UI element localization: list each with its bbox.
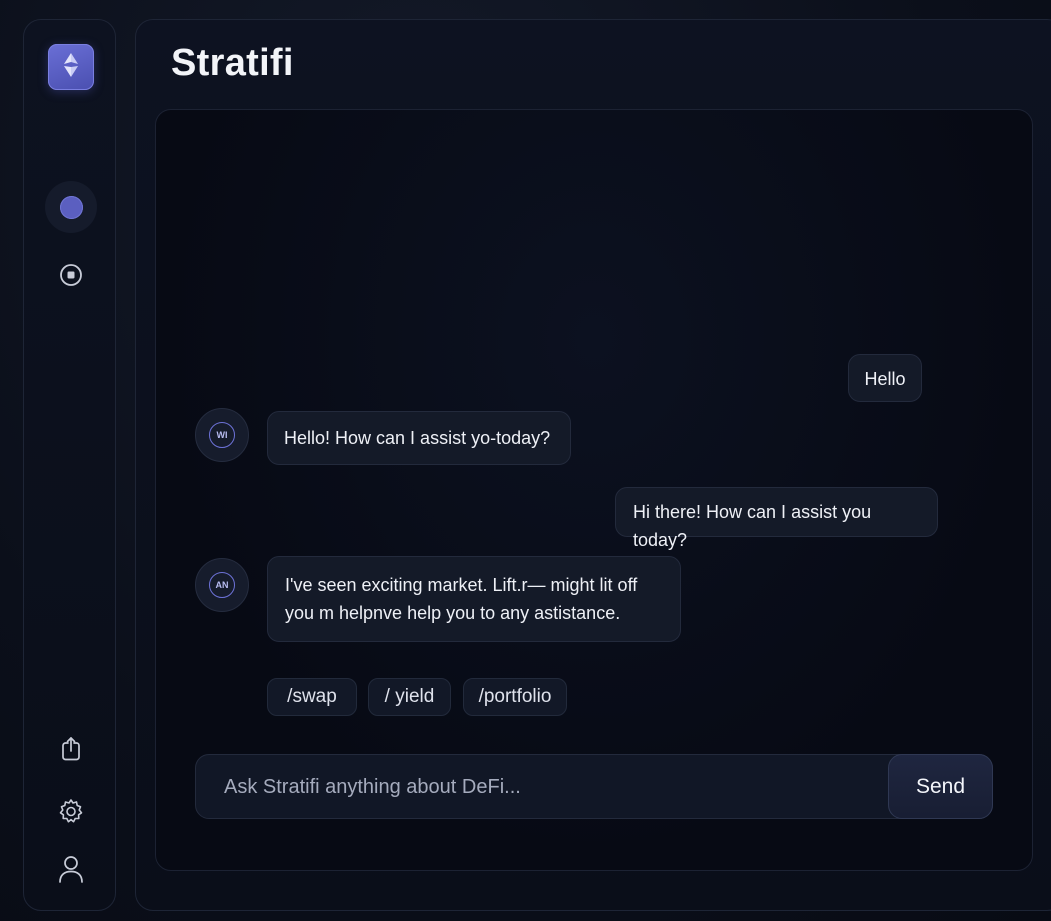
- main-panel: Stratifi Hello WI Hello! How can I assis…: [135, 19, 1051, 911]
- send-button[interactable]: Send: [888, 754, 993, 819]
- quick-command-yield[interactable]: / yield: [368, 678, 451, 716]
- message-text-line: I've seen exciting market. Lift.r— might…: [285, 575, 638, 595]
- quick-command-portfolio[interactable]: /portfolio: [463, 678, 567, 716]
- assistant-logo-icon: AN: [209, 572, 235, 598]
- assistant-avatar: WI: [195, 408, 249, 462]
- chat-panel: Hello WI Hello! How can I assist yo-toda…: [155, 109, 1033, 871]
- chip-label: /portfolio: [478, 686, 552, 707]
- send-button-label: Send: [915, 774, 966, 798]
- chat-input[interactable]: [222, 755, 866, 820]
- quick-command-swap[interactable]: /swap: [267, 678, 357, 716]
- chip-label: / yield: [384, 686, 435, 707]
- message-text: Hi there! How can I assist you today?: [633, 502, 872, 550]
- sidebar-item-stop[interactable]: [58, 263, 84, 292]
- assistant-logo-icon: WI: [209, 422, 235, 448]
- assistant-message: I've seen exciting market. Lift.r— might…: [267, 556, 681, 642]
- sidebar-item-settings[interactable]: [58, 798, 84, 829]
- active-dot-icon: [59, 195, 83, 219]
- app-logo[interactable]: [48, 44, 94, 90]
- sidebar-item-share[interactable]: [58, 736, 84, 767]
- user-profile-icon: [57, 854, 85, 889]
- sidebar: [23, 19, 116, 911]
- user-message: Hi there! How can I assist you today?: [615, 487, 938, 550]
- chat-input-bar: Send: [195, 754, 993, 820]
- assistant-avatar: AN: [195, 558, 249, 612]
- settings-gear-icon: [58, 798, 84, 829]
- assistant-message: Hello! How can I assist yo-today?: [267, 411, 571, 465]
- user-message: Hello: [848, 354, 922, 402]
- sidebar-item-profile[interactable]: [58, 855, 84, 884]
- chip-label: /swap: [287, 686, 337, 707]
- message-text: Hello: [864, 369, 906, 389]
- stop-circle-icon: [59, 263, 83, 292]
- share-icon: [59, 736, 83, 767]
- page-title: Stratifi: [171, 42, 294, 84]
- ethereum-logo-icon: [61, 51, 81, 84]
- message-text: Hello! How can I assist yo-today?: [284, 428, 551, 448]
- message-text-line: you m helpnve help you to any astistance…: [285, 603, 621, 623]
- sidebar-item-active[interactable]: [45, 181, 97, 233]
